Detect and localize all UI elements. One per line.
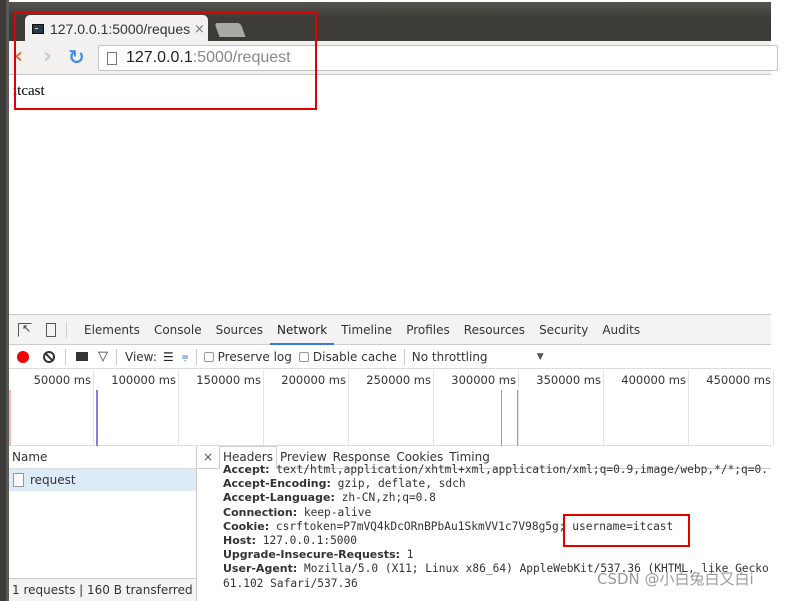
overview-event-marker [517,390,518,446]
inspect-element-icon[interactable] [18,322,32,337]
name-column-header[interactable]: Name [9,446,196,469]
throttling-select[interactable]: No throttling [412,350,537,364]
watermark: CSDN @小白兔白又白i [597,570,754,588]
disable-cache-box[interactable] [298,351,309,362]
preserve-log-box[interactable] [203,351,214,362]
tab-profiles[interactable]: Profiles [399,315,457,345]
disable-cache-label: Disable cache [312,349,397,364]
clear-icon[interactable] [43,350,55,363]
header-key: Host: [223,534,256,548]
overview-event-marker [97,390,98,446]
devtools: Elements Console Sources Network Timelin… [9,314,774,601]
tab-sources[interactable]: Sources [209,315,270,345]
tab-audits[interactable]: Audits [595,315,647,345]
overview-tick-label: 100000 ms [94,370,179,446]
tab-elements[interactable]: Elements [77,315,147,345]
tab-security[interactable]: Security [532,315,595,345]
network-overview[interactable]: 50000 ms 100000 ms 150000 ms 200000 ms 25000… [9,370,774,446]
header-value: zh-CN,zh;q=0.8 [341,491,436,505]
close-icon[interactable]: × [197,446,219,468]
preserve-log-checkbox[interactable]: Preserve log [203,349,292,364]
overview-tick-label: 250000 ms [349,370,434,446]
requests-panel: Name request 1 requests | 160 B transfer… [9,446,197,601]
header-key: Accept-Language: [223,491,335,505]
divider [66,321,67,338]
header-line: Accept: text/html,application/xhtml+xml,… [223,463,771,477]
header-value: gzip, deflate, sdch [337,477,466,491]
filter-icon[interactable]: ▽ [98,349,108,364]
header-key: Upgrade-Insecure-Requests: [223,548,401,562]
header-line: Upgrade-Insecure-Requests: 1 [223,548,771,562]
tab-console[interactable]: Console [147,315,209,345]
devtools-panel-tabs: Elements Console Sources Network Timelin… [9,315,771,345]
request-row[interactable]: request [9,469,196,491]
header-line: Accept-Language: zh-CN,zh;q=0.8 [223,491,771,505]
divider [65,348,66,365]
tab-resources[interactable]: Resources [457,315,532,345]
overview-event-marker [501,390,502,446]
header-value: 1 [406,548,414,562]
overview-tick-label: 450000 ms [689,370,774,446]
network-summary: 1 requests | 160 B transferred ... [9,578,196,601]
header-value: keep-alive [303,505,372,519]
overview-tick-label: 400000 ms [604,370,689,446]
header-key: Connection: [223,505,298,519]
overview-tick-label: 50000 ms [9,370,94,446]
overview-tick-label: 300000 ms [434,370,519,446]
overview-tick-label: 350000 ms [519,370,604,446]
tab-timeline[interactable]: Timeline [334,315,399,345]
header-key: Accept: [223,463,270,476]
header-value: text/html,application/xhtml+xml,applicat… [276,463,768,476]
disable-cache-checkbox[interactable]: Disable cache [298,349,397,364]
device-mode-icon[interactable] [46,322,56,337]
browser-window: 127.0.0.1:5000/request × ‹ › ↻ 127.0.0.1… [0,0,778,601]
preserve-log-label: Preserve log [217,349,292,364]
header-key: Accept-Encoding: [223,477,331,491]
tab-network[interactable]: Network [270,315,335,345]
capture-screenshots-icon[interactable] [76,352,88,361]
view-label: View: [125,349,157,364]
document-icon [13,473,24,487]
network-toolbar: ▽ View: ☰ ⩦ Preserve log Disable cache N… [9,345,771,369]
overview-event-marker [9,390,11,446]
header-key: Cookie: [223,519,270,533]
header-value: 61.102 Safari/537.36 [223,576,358,590]
record-icon[interactable] [17,350,29,363]
overview-tick-label: 150000 ms [179,370,264,446]
window-edge [0,0,9,601]
chevron-down-icon[interactable]: ▼ [537,352,544,362]
divider [116,348,117,365]
header-line: Accept-Encoding: gzip, deflate, sdch [223,477,771,491]
overview-tick-label: 200000 ms [264,370,349,446]
overview-icon[interactable]: ⩦ [182,349,189,364]
highlight-box-browser [14,12,317,110]
highlight-box-cookie [563,514,690,547]
large-rows-icon[interactable]: ☰ [163,350,174,364]
divider [195,348,197,365]
header-key: User-Agent: [223,562,298,576]
header-value: 127.0.0.1:5000 [262,534,358,548]
divider [403,348,405,365]
request-name: request [30,473,76,487]
